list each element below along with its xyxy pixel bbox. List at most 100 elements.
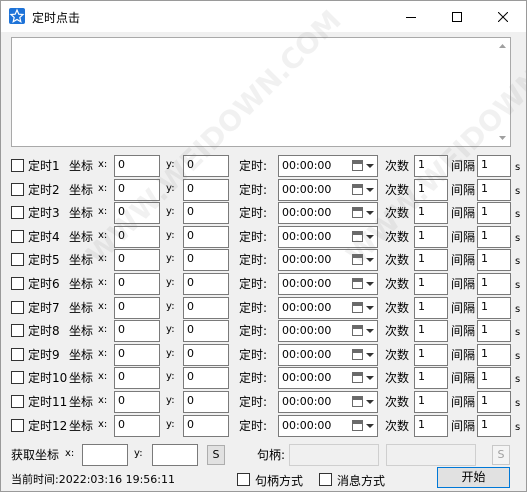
- calendar-icon[interactable]: [352, 420, 363, 431]
- time-picker[interactable]: 00:00:00: [278, 226, 378, 248]
- time-picker[interactable]: 00:00:00: [278, 273, 378, 295]
- interval-input[interactable]: 1: [477, 155, 511, 177]
- calendar-icon[interactable]: [352, 372, 363, 383]
- count-input[interactable]: 1: [414, 179, 448, 201]
- get-coord-y-input[interactable]: [152, 444, 198, 466]
- time-picker[interactable]: 00:00:00: [278, 320, 378, 342]
- calendar-icon[interactable]: [352, 349, 363, 360]
- time-picker[interactable]: 00:00:00: [278, 344, 378, 366]
- interval-input[interactable]: 1: [477, 179, 511, 201]
- count-input[interactable]: 1: [414, 344, 448, 366]
- calendar-icon[interactable]: [352, 231, 363, 242]
- chevron-down-icon[interactable]: [366, 282, 374, 286]
- calendar-icon[interactable]: [352, 278, 363, 289]
- time-picker[interactable]: 00:00:00: [278, 415, 378, 437]
- y-input[interactable]: 0: [183, 202, 229, 224]
- y-input[interactable]: 0: [183, 415, 229, 437]
- time-picker[interactable]: 00:00:00: [278, 179, 378, 201]
- x-input[interactable]: 0: [114, 415, 160, 437]
- interval-input[interactable]: 1: [477, 344, 511, 366]
- calendar-icon[interactable]: [352, 325, 363, 336]
- timer-enable-checkbox[interactable]: [11, 277, 24, 290]
- start-button[interactable]: 开始: [437, 467, 510, 488]
- y-input[interactable]: 0: [183, 320, 229, 342]
- handle-mode-checkbox[interactable]: [237, 473, 250, 486]
- x-input[interactable]: 0: [114, 273, 160, 295]
- y-input[interactable]: 0: [183, 344, 229, 366]
- timer-enable-checkbox[interactable]: [11, 301, 24, 314]
- chevron-down-icon[interactable]: [366, 353, 374, 357]
- scroll-down-icon[interactable]: [494, 130, 510, 146]
- timer-enable-checkbox[interactable]: [11, 324, 24, 337]
- count-input[interactable]: 1: [414, 415, 448, 437]
- y-input[interactable]: 0: [183, 249, 229, 271]
- y-input[interactable]: 0: [183, 391, 229, 413]
- chevron-down-icon[interactable]: [366, 376, 374, 380]
- interval-input[interactable]: 1: [477, 273, 511, 295]
- x-input[interactable]: 0: [114, 367, 160, 389]
- log-scrollbar[interactable]: [494, 38, 510, 146]
- calendar-icon[interactable]: [352, 207, 363, 218]
- chevron-down-icon[interactable]: [366, 211, 374, 215]
- time-picker[interactable]: 00:00:00: [278, 367, 378, 389]
- calendar-icon[interactable]: [352, 302, 363, 313]
- chevron-down-icon[interactable]: [366, 258, 374, 262]
- interval-input[interactable]: 1: [477, 249, 511, 271]
- calendar-icon[interactable]: [352, 254, 363, 265]
- calendar-icon[interactable]: [352, 396, 363, 407]
- x-input[interactable]: 0: [114, 226, 160, 248]
- maximize-button[interactable]: [434, 1, 480, 32]
- time-picker[interactable]: 00:00:00: [278, 155, 378, 177]
- log-textarea[interactable]: [11, 37, 511, 147]
- x-input[interactable]: 0: [114, 249, 160, 271]
- timer-enable-checkbox[interactable]: [11, 395, 24, 408]
- chevron-down-icon[interactable]: [366, 188, 374, 192]
- count-input[interactable]: 1: [414, 320, 448, 342]
- count-input[interactable]: 1: [414, 367, 448, 389]
- count-input[interactable]: 1: [414, 226, 448, 248]
- y-input[interactable]: 0: [183, 367, 229, 389]
- interval-input[interactable]: 1: [477, 367, 511, 389]
- get-coord-x-input[interactable]: [82, 444, 128, 466]
- x-input[interactable]: 0: [114, 202, 160, 224]
- count-input[interactable]: 1: [414, 202, 448, 224]
- calendar-icon[interactable]: [352, 184, 363, 195]
- interval-input[interactable]: 1: [477, 391, 511, 413]
- x-input[interactable]: 0: [114, 391, 160, 413]
- count-input[interactable]: 1: [414, 391, 448, 413]
- chevron-down-icon[interactable]: [366, 235, 374, 239]
- timer-enable-checkbox[interactable]: [11, 230, 24, 243]
- chevron-down-icon[interactable]: [366, 424, 374, 428]
- x-input[interactable]: 0: [114, 297, 160, 319]
- y-input[interactable]: 0: [183, 297, 229, 319]
- x-input[interactable]: 0: [114, 344, 160, 366]
- time-picker[interactable]: 00:00:00: [278, 297, 378, 319]
- y-input[interactable]: 0: [183, 155, 229, 177]
- timer-enable-checkbox[interactable]: [11, 183, 24, 196]
- y-input[interactable]: 0: [183, 273, 229, 295]
- interval-input[interactable]: 1: [477, 415, 511, 437]
- timer-enable-checkbox[interactable]: [11, 206, 24, 219]
- timer-enable-checkbox[interactable]: [11, 253, 24, 266]
- timer-enable-checkbox[interactable]: [11, 159, 24, 172]
- chevron-down-icon[interactable]: [366, 164, 374, 168]
- chevron-down-icon[interactable]: [366, 329, 374, 333]
- interval-input[interactable]: 1: [477, 226, 511, 248]
- timer-enable-checkbox[interactable]: [11, 371, 24, 384]
- interval-input[interactable]: 1: [477, 320, 511, 342]
- chevron-down-icon[interactable]: [366, 400, 374, 404]
- interval-input[interactable]: 1: [477, 202, 511, 224]
- chevron-down-icon[interactable]: [366, 306, 374, 310]
- interval-input[interactable]: 1: [477, 297, 511, 319]
- x-input[interactable]: 0: [114, 179, 160, 201]
- time-picker[interactable]: 00:00:00: [278, 249, 378, 271]
- minimize-button[interactable]: [388, 1, 434, 32]
- scroll-up-icon[interactable]: [494, 38, 510, 54]
- x-input[interactable]: 0: [114, 320, 160, 342]
- time-picker[interactable]: 00:00:00: [278, 391, 378, 413]
- calendar-icon[interactable]: [352, 160, 363, 171]
- time-picker[interactable]: 00:00:00: [278, 202, 378, 224]
- x-input[interactable]: 0: [114, 155, 160, 177]
- y-input[interactable]: 0: [183, 226, 229, 248]
- count-input[interactable]: 1: [414, 297, 448, 319]
